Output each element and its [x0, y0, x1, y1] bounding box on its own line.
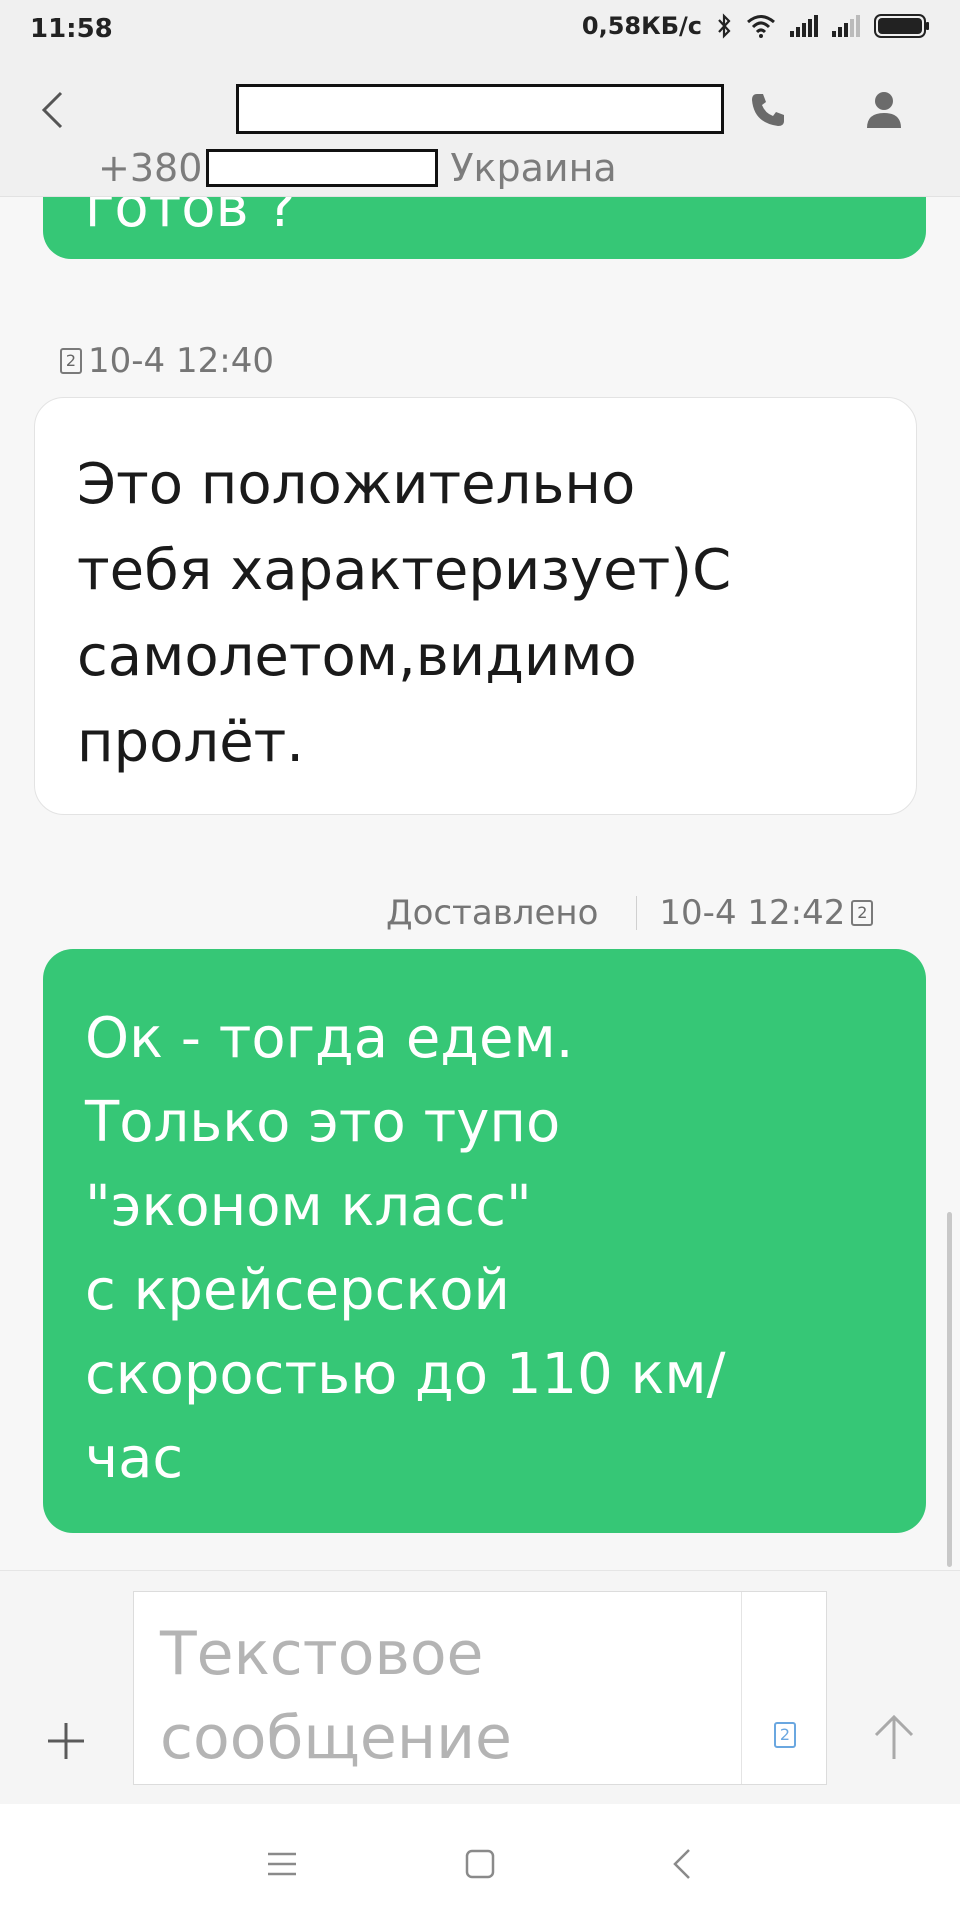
signal-icon — [790, 15, 818, 37]
conversation-header: +380 Украина — [0, 60, 960, 197]
messaging-screen: 11:58 0,58КБ/с +380 Украина готов ? 2 10… — [0, 0, 960, 1920]
message-timestamp: 10-4 12:42 — [659, 893, 846, 933]
sim-card-icon: 2 — [60, 348, 82, 374]
back-button[interactable] — [28, 80, 76, 140]
scrollbar[interactable] — [947, 1212, 952, 1567]
message-text: Ок - тогда едем. Только это тупо "эконом… — [85, 1006, 726, 1491]
contact-country: Украина — [450, 146, 617, 190]
contact-button[interactable] — [856, 80, 912, 140]
wifi-icon — [746, 14, 776, 38]
sim-card-icon: 2 — [851, 900, 874, 926]
phone-number-redacted — [206, 149, 439, 187]
battery-icon — [874, 14, 930, 38]
menu-icon — [268, 1852, 296, 1876]
contact-subtitle: +380 Украина — [98, 146, 617, 190]
back-nav-button[interactable] — [654, 1838, 710, 1890]
input-divider — [741, 1592, 742, 1784]
status-bar: 11:58 0,58КБ/с — [0, 0, 960, 60]
message-input[interactable]: Текстовое сообщение 2 — [133, 1591, 827, 1785]
message-timestamp: 10-4 12:40 — [88, 341, 274, 381]
arrow-up-icon — [874, 1714, 914, 1759]
message-input-placeholder: Текстовое сообщение — [160, 1619, 512, 1773]
network-speed: 0,58КБ/с — [581, 12, 702, 40]
add-attachment-button[interactable] — [40, 1715, 92, 1767]
chevron-left-icon — [41, 91, 63, 129]
contact-name[interactable] — [236, 84, 724, 134]
phone-prefix: +380 — [98, 146, 203, 190]
call-button[interactable] — [740, 80, 796, 140]
message-text: Это положительно тебя характеризует)С са… — [77, 452, 732, 775]
message-list[interactable]: готов ? 2 10-4 12:40 Это положительно те… — [0, 197, 960, 1569]
menu-button[interactable] — [254, 1838, 310, 1890]
send-button[interactable] — [864, 1705, 924, 1769]
message-text: готов ? — [85, 197, 297, 240]
person-icon — [867, 92, 901, 128]
status-icons: 0,58КБ/с — [582, 12, 930, 40]
home-button[interactable] — [452, 1838, 508, 1890]
message-timestamp-row: 2 10-4 12:40 — [60, 341, 274, 381]
back-icon — [673, 1849, 690, 1879]
status-divider — [636, 896, 638, 930]
plus-icon — [48, 1723, 84, 1759]
status-time: 11:58 — [30, 14, 113, 44]
system-navigation-bar — [0, 1804, 960, 1920]
message-composer: Текстовое сообщение 2 — [0, 1570, 960, 1805]
signal-icon-2 — [832, 15, 860, 37]
incoming-message-bubble[interactable]: Это положительно тебя характеризует)С са… — [34, 397, 917, 815]
outgoing-message-bubble[interactable]: Ок - тогда едем. Только это тупо "эконом… — [43, 949, 926, 1533]
sim-select-icon[interactable]: 2 — [774, 1722, 796, 1748]
bluetooth-icon — [716, 13, 732, 39]
delivery-status: Доставлено — [386, 893, 599, 933]
message-timestamp-row: Доставлено 10-4 12:42 2 — [386, 893, 874, 933]
outgoing-message-bubble[interactable]: готов ? — [43, 197, 926, 259]
phone-icon — [752, 94, 784, 126]
home-icon — [465, 1849, 495, 1879]
